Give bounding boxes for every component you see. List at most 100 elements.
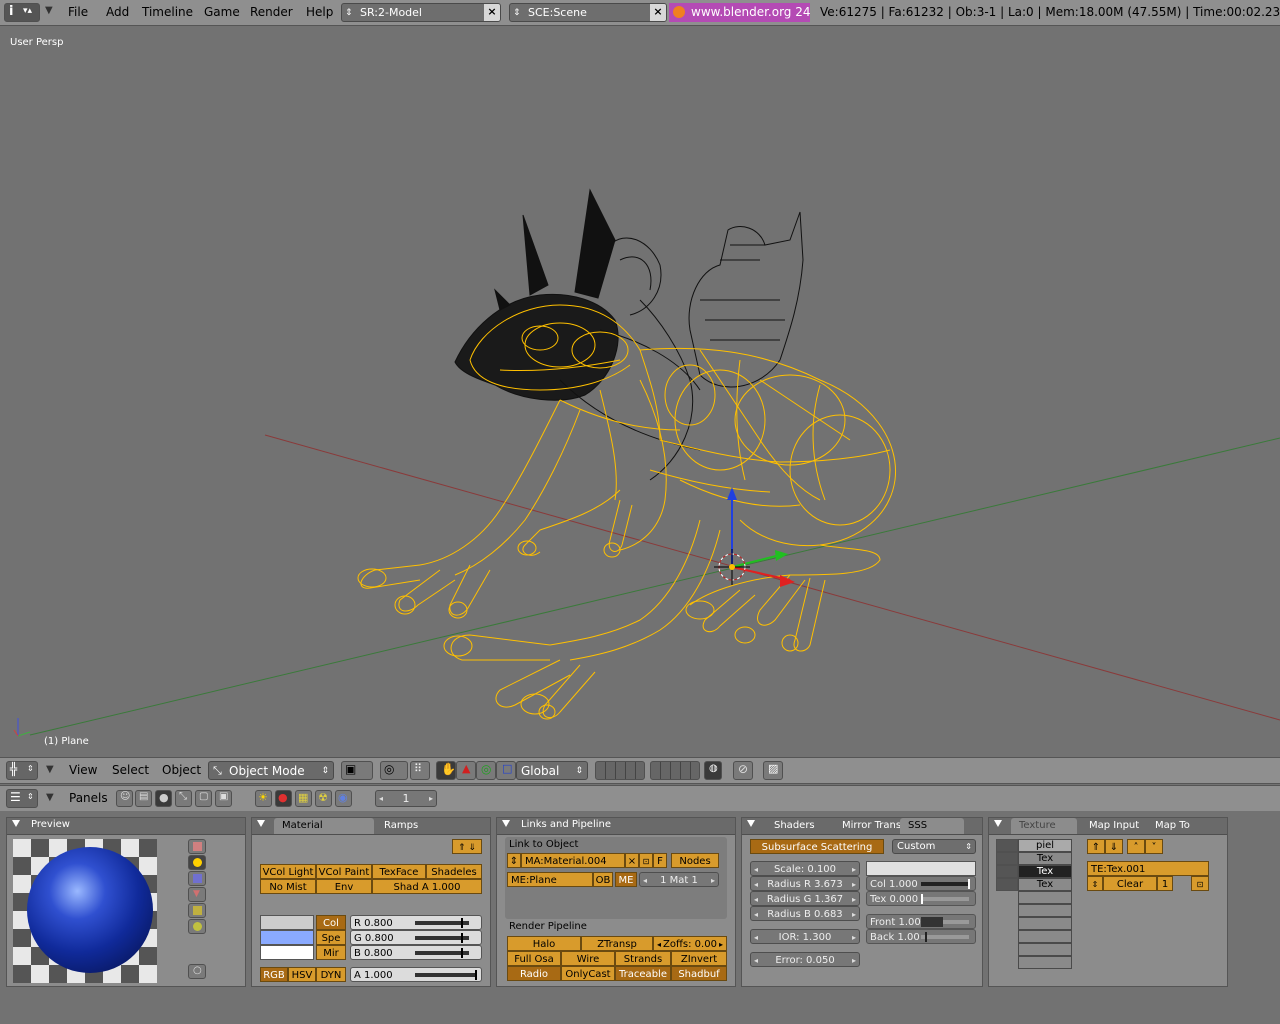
sss-tex-slider[interactable]: Tex 0.000 <box>866 891 976 906</box>
texface-toggle[interactable]: TexFace <box>372 864 426 879</box>
collapse-triangle-icon[interactable] <box>747 820 755 827</box>
arrow-right-icon[interactable]: ▸ <box>852 877 856 890</box>
texture-slot-empty[interactable] <box>1018 956 1072 969</box>
tab-texture[interactable]: Texture <box>1011 818 1077 834</box>
sss-col-slider[interactable]: Col 1.000 <box>866 876 976 891</box>
nodes-toggle[interactable]: Nodes <box>671 853 719 868</box>
translate-manipulator-button[interactable]: ▲ <box>456 761 476 780</box>
subsurface-scattering-toggle[interactable]: Subsurface Scattering <box>750 839 884 854</box>
arrow-left-icon[interactable]: ◂ <box>754 930 758 943</box>
sub-world-button[interactable]: ◉ <box>335 790 352 807</box>
color-swatch-spe[interactable] <box>260 930 314 945</box>
arrow-right-icon[interactable]: ▸ <box>711 873 715 886</box>
buttons-window-type-button[interactable]: ☰ ⇕ <box>6 789 38 808</box>
context-shading-button[interactable]: ● <box>155 790 172 807</box>
preview-cube-button[interactable] <box>188 871 206 886</box>
copy-texture-button[interactable]: ⇑ <box>1087 839 1105 854</box>
sss-radius-b-field[interactable]: ◂ Radius B 0.683 ▸ <box>750 906 860 921</box>
texture-fake-user-button[interactable]: ⊡ <box>1191 876 1209 891</box>
sub-texture-button[interactable]: ▦ <box>295 790 312 807</box>
texture-slot-empty[interactable] <box>1018 891 1072 904</box>
shadow-alpha-field[interactable]: Shad A 1.000 <box>372 879 482 894</box>
sss-scale-field[interactable]: ◂ Scale: 0.100 ▸ <box>750 861 860 876</box>
rotate-manipulator-button[interactable]: ◎ <box>476 761 496 780</box>
preview-flat-button[interactable] <box>188 839 206 854</box>
green-slider[interactable]: G 0.800 <box>350 930 482 945</box>
sss-error-field[interactable]: ◂ Error: 0.050 ▸ <box>750 952 860 967</box>
collapse-triangle-icon[interactable] <box>502 820 510 827</box>
texture-slot-empty[interactable] <box>1018 930 1072 943</box>
sss-color-swatch[interactable] <box>866 861 976 876</box>
arrow-right-icon[interactable]: ▸ <box>852 892 856 905</box>
lock-layers-button[interactable]: ◍ <box>704 761 722 780</box>
halo-toggle[interactable]: Halo <box>507 936 581 951</box>
draw-type-button[interactable]: ▣ <box>341 761 373 780</box>
tab-mirror-trans[interactable]: Mirror Trans <box>834 818 909 834</box>
spe-button[interactable]: Spe <box>316 930 346 945</box>
collapse-menu-icon[interactable]: ▼ <box>46 792 54 803</box>
arrow-right-icon[interactable]: ▸ <box>852 862 856 875</box>
vcol-paint-toggle[interactable]: VCol Paint <box>316 864 372 879</box>
texture-browse-button[interactable]: ⇕ <box>1087 876 1103 891</box>
sss-back-slider[interactable]: Back 1.00 <box>866 929 976 944</box>
material-browse-button[interactable]: ⇕ <box>507 853 521 868</box>
mode-selector[interactable]: ⤡ Object Mode ⇕ <box>208 761 334 780</box>
arrow-left-icon[interactable]: ◂ <box>754 877 758 890</box>
context-scene-button[interactable]: ▣ <box>215 790 232 807</box>
menu-game[interactable]: Game <box>204 0 240 25</box>
tab-material[interactable]: Material <box>274 818 374 834</box>
clear-texture-button[interactable]: Clear <box>1103 876 1157 891</box>
mir-button[interactable]: Mir <box>316 945 346 960</box>
arrow-right-icon[interactable]: ▸ <box>852 930 856 943</box>
full-osa-toggle[interactable]: Full Osa <box>507 951 561 966</box>
arrow-left-icon[interactable]: ◂ <box>754 907 758 920</box>
paste-texture-button[interactable]: ⇓ <box>1105 839 1123 854</box>
arrow-right-icon[interactable]: ▸ <box>852 907 856 920</box>
screen-selector[interactable]: ⇕ SR:2-Model × <box>341 3 501 22</box>
material-name-field[interactable]: MA:Material.004 <box>521 853 625 868</box>
sub-lamp-button[interactable]: ☀ <box>255 790 272 807</box>
vcol-light-toggle[interactable]: VCol Light <box>260 864 316 879</box>
no-mist-toggle[interactable]: No Mist <box>260 879 316 894</box>
red-slider[interactable]: R 0.800 <box>350 915 482 930</box>
arrow-right-icon[interactable]: ▸ <box>429 791 433 806</box>
move-down-button[interactable]: ˅ <box>1145 839 1163 854</box>
context-script-button[interactable]: ▤ <box>135 790 152 807</box>
info-window-type-button[interactable]: i ▾▴ <box>4 3 40 22</box>
radio-toggle[interactable]: Radio <box>507 966 561 981</box>
pivot-button[interactable]: ◎ <box>380 761 408 780</box>
color-swatch-mir[interactable] <box>260 945 314 960</box>
render-view-button[interactable]: ▨ <box>763 761 783 780</box>
env-toggle[interactable]: Env <box>316 879 372 894</box>
sub-radiosity-button[interactable]: ☢ <box>315 790 332 807</box>
channel-toggle-2[interactable] <box>996 852 1018 865</box>
arrow-left-icon[interactable]: ◂ <box>754 862 758 875</box>
traceable-toggle[interactable]: Traceable <box>615 966 671 981</box>
collapse-triangle-icon[interactable] <box>257 820 265 827</box>
mesh-name-field[interactable]: ME:Plane <box>507 872 593 887</box>
collapse-menu-icon[interactable]: ▼ <box>45 5 53 16</box>
tab-map-input[interactable]: Map Input <box>1081 818 1147 834</box>
arrow-left-icon[interactable]: ◂ <box>754 953 758 966</box>
sss-preset-selector[interactable]: Custom ⇕ <box>892 839 976 854</box>
context-editing-button[interactable]: ▢ <box>195 790 212 807</box>
strands-toggle[interactable]: Strands <box>615 951 671 966</box>
tab-sss[interactable]: SSS <box>900 818 964 834</box>
arrow-right-icon[interactable]: ▸ <box>719 937 723 950</box>
menu-object[interactable]: Object <box>162 758 201 783</box>
sss-radius-r-field[interactable]: ◂ Radius R 3.673 ▸ <box>750 876 860 891</box>
layer-buttons-group-1[interactable] <box>595 761 645 780</box>
link-me-button[interactable]: ME <box>615 872 637 887</box>
viewport-3d[interactable]: User Persp (1) Plane <box>0 26 1280 756</box>
alpha-slider[interactable]: A 1.000 <box>350 967 482 982</box>
shadeless-toggle[interactable]: Shadeles <box>426 864 482 879</box>
blue-slider[interactable]: B 0.800 <box>350 945 482 960</box>
fake-user-button[interactable]: F <box>653 853 667 868</box>
texture-slot-empty[interactable] <box>1018 917 1072 930</box>
scale-manipulator-button[interactable]: □ <box>496 761 516 780</box>
ztransp-toggle[interactable]: ZTransp <box>581 936 653 951</box>
close-icon[interactable]: × <box>484 4 500 21</box>
zoffs-field[interactable]: ◂ Zoffs: 0.00 ▸ <box>653 936 727 951</box>
context-object-button[interactable]: ⤡ <box>175 790 192 807</box>
material-index-field[interactable]: ◂ 1 Mat 1 ▸ <box>639 872 719 887</box>
